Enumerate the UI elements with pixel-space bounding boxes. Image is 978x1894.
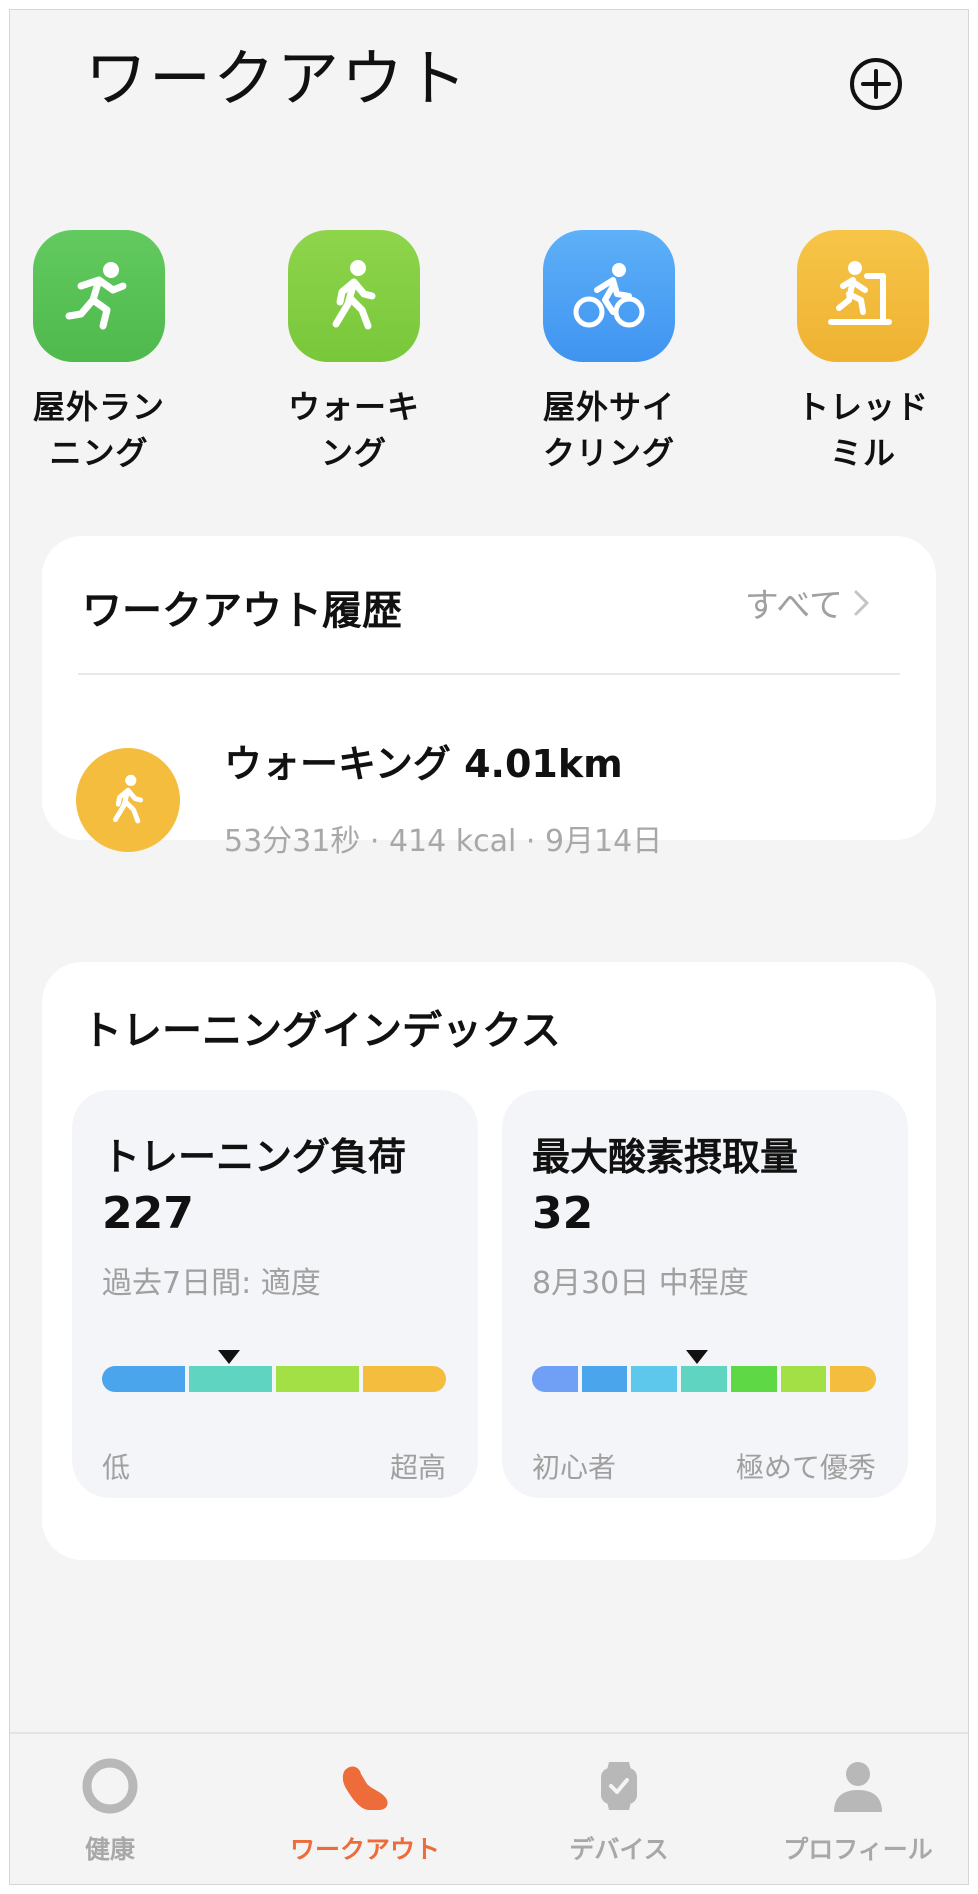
scale-segment — [730, 1366, 777, 1392]
scale-segment — [532, 1366, 578, 1392]
divider — [78, 673, 900, 675]
scale-high-label: 極めて優秀 — [735, 1451, 876, 1484]
scale-segment — [631, 1366, 678, 1392]
quick-start-outdoor-running[interactable]: 屋外ラン ニング — [10, 230, 189, 476]
tab-label: ワークアウト — [289, 1835, 440, 1864]
training-index-card: トレーニングインデックス トレーニング負荷 227 過去7日間: 適度 低 超高… — [42, 962, 936, 1560]
quick-start-label: 屋外サイ クリング — [542, 388, 675, 472]
tab-health[interactable]: 健康 — [10, 1734, 225, 1884]
quick-start-treadmill[interactable]: トレッド ミル — [773, 230, 953, 476]
vo2max-scale — [532, 1366, 876, 1392]
tab-profile[interactable]: プロフィール — [743, 1734, 968, 1884]
watch-icon — [601, 1762, 637, 1810]
training-index-title: トレーニングインデックス — [82, 1008, 561, 1054]
person-icon — [834, 1762, 882, 1812]
walking-icon — [288, 230, 420, 362]
vo2max-title: 最大酸素摂取量 — [532, 1135, 799, 1179]
bottom-tab-bar: 健康 ワークアウト デバイス プロフィール — [10, 1732, 968, 1884]
training-load-value: 227 — [102, 1188, 194, 1239]
scale-segment — [363, 1366, 446, 1392]
tab-label: デバイス — [569, 1835, 669, 1864]
scale-segment — [830, 1366, 876, 1392]
scale-segment — [780, 1366, 827, 1392]
vo2max-marker — [686, 1350, 709, 1364]
quick-start-label: ウォーキ ング — [287, 388, 420, 472]
tab-label: 健康 — [84, 1835, 135, 1864]
plus-circle-icon — [850, 58, 902, 110]
quick-start-row: 屋外ラン ニング ウォーキ ング 屋外サイ クリング トレッド ミル — [10, 230, 968, 490]
training-load-desc: 過去7日間: 適度 — [102, 1266, 321, 1301]
history-item-meta: 53分31秒 · 414 kcal · 9月14日 — [224, 824, 663, 859]
walking-icon — [76, 748, 180, 852]
tab-devices[interactable]: デバイス — [504, 1734, 734, 1884]
scale-segment — [276, 1366, 359, 1392]
cycling-icon — [543, 230, 675, 362]
scale-segment — [102, 1366, 185, 1392]
scale-low-label: 低 — [102, 1451, 131, 1484]
training-load-scale — [102, 1366, 446, 1392]
quick-start-walking[interactable]: ウォーキ ング — [264, 230, 444, 476]
scale-high-label: 超高 — [389, 1451, 446, 1484]
vo2max-value: 32 — [532, 1188, 594, 1239]
quick-start-label: 屋外ラン ニング — [32, 388, 165, 472]
tab-workout[interactable]: ワークアウト — [250, 1734, 480, 1884]
vo2max-panel[interactable]: 最大酸素摂取量 32 8月30日 中程度 初心者 極めて優秀 — [502, 1090, 908, 1498]
workout-history-card: ワークアウト履歴 すべて ウォーキング 4.01km 53分31秒 · 414 … — [42, 536, 936, 859]
quick-start-outdoor-cycling[interactable]: 屋外サイ クリング — [519, 230, 699, 476]
running-icon — [33, 230, 165, 362]
app-screen: ワークアウト 屋外ラン ニング ウォーキ ング 屋外サイ クリング トレッド ミ… — [9, 9, 969, 1885]
shoe-icon — [342, 1766, 388, 1810]
ring-icon — [82, 1758, 138, 1814]
scale-segment — [681, 1366, 727, 1392]
training-load-marker — [218, 1350, 241, 1364]
see-all-label: すべて — [744, 586, 843, 626]
scale-segment — [581, 1366, 628, 1392]
training-load-title: トレーニング負荷 — [102, 1135, 407, 1179]
scale-low-label: 初心者 — [532, 1451, 617, 1484]
add-workout-button[interactable] — [848, 56, 904, 112]
see-all-link[interactable]: すべて — [745, 578, 871, 627]
vo2max-desc: 8月30日 中程度 — [532, 1266, 749, 1301]
treadmill-icon — [797, 230, 929, 362]
training-load-panel[interactable]: トレーニング負荷 227 過去7日間: 適度 低 超高 — [72, 1090, 478, 1498]
page-title: ワークアウト — [85, 42, 470, 115]
history-title: ワークアウト履歴 — [82, 588, 402, 634]
history-item-name: ウォーキング 4.01km — [224, 742, 623, 786]
tab-label: プロフィール — [783, 1835, 933, 1864]
chevron-right-icon — [854, 590, 869, 615]
quick-start-label: トレッド ミル — [796, 388, 929, 472]
scale-segment — [189, 1366, 272, 1392]
